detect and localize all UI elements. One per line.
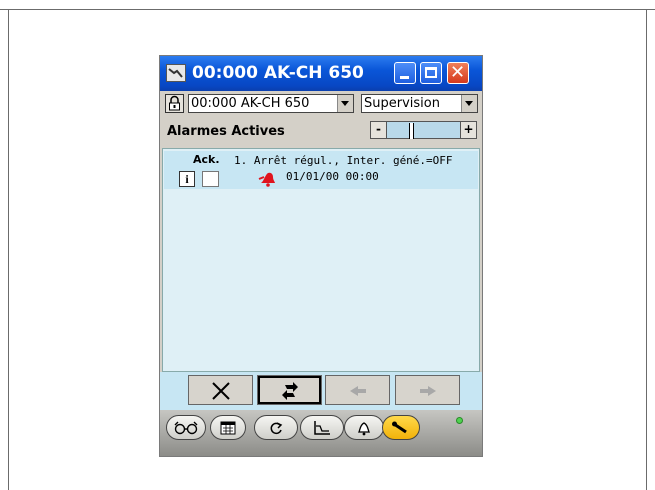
alarm-list[interactable]: Ack. 1. Arrêt régul., Inter. géné.=OFF i… <box>162 148 480 372</box>
device-select-value: 00:000 AK-CH 650 <box>191 96 310 111</box>
scroll-right-button[interactable]: + <box>460 121 477 139</box>
alarm-description: 1. Arrêt régul., Inter. géné.=OFF <box>234 154 453 167</box>
glasses-icon <box>174 421 198 434</box>
selector-toolbar: 00:000 AK-CH 650 Supervision <box>160 91 482 115</box>
lock-button[interactable] <box>165 94 184 113</box>
app-window: 00:000 AK-CH 650 ✕ 00:000 AK-CH 650 Supe… <box>160 56 482 456</box>
maximize-icon <box>425 67 437 78</box>
action-toolbar <box>160 372 482 410</box>
section-header: Alarmes Actives - + <box>160 115 482 147</box>
close-icon: ✕ <box>450 62 466 83</box>
alarm-bell-icon <box>258 172 275 187</box>
dock-calendar-button[interactable] <box>210 415 246 440</box>
title-bar: 00:000 AK-CH 650 ✕ <box>160 56 482 91</box>
bell-icon <box>357 421 371 435</box>
scroll-track[interactable] <box>387 121 460 139</box>
window-title: 00:000 AK-CH 650 <box>192 63 364 83</box>
view-select-value: Supervision <box>364 96 440 111</box>
dock-glasses-button[interactable] <box>166 415 206 440</box>
close-button[interactable]: ✕ <box>447 62 469 84</box>
view-select[interactable]: Supervision <box>361 94 478 113</box>
scroll-thumb[interactable] <box>409 123 414 139</box>
calendar-icon <box>220 421 236 434</box>
maximize-button[interactable] <box>420 62 442 84</box>
section-title: Alarmes Actives <box>167 124 285 139</box>
x-icon <box>212 382 230 400</box>
lock-icon <box>169 95 180 111</box>
arrow-right-icon <box>420 386 436 396</box>
ack-label: Ack. <box>193 153 220 166</box>
bottom-dock <box>160 410 482 456</box>
refresh-icon <box>282 382 298 400</box>
history-icon <box>270 421 283 434</box>
wrench-icon <box>392 421 407 433</box>
alarm-timestamp: 01/01/00 00:00 <box>286 170 379 183</box>
previous-button[interactable] <box>325 375 390 405</box>
frame-right-border <box>646 9 647 490</box>
dock-service-button[interactable] <box>382 415 420 440</box>
alarm-row[interactable]: Ack. 1. Arrêt régul., Inter. géné.=OFF i… <box>164 151 478 189</box>
dock-graph-button[interactable] <box>300 415 344 440</box>
frame-top-border <box>0 9 655 10</box>
ack-checkbox[interactable] <box>202 171 219 187</box>
minimize-button[interactable] <box>394 62 416 84</box>
horizontal-scroller[interactable]: - + <box>370 121 477 139</box>
app-icon <box>166 64 186 82</box>
dock-history-button[interactable] <box>254 415 298 440</box>
minimize-icon <box>400 76 409 79</box>
info-button[interactable]: i <box>179 171 195 187</box>
next-button[interactable] <box>395 375 460 405</box>
delete-button[interactable] <box>188 375 253 405</box>
scroll-left-button[interactable]: - <box>370 121 387 139</box>
dock-alarm-button[interactable] <box>344 415 384 440</box>
status-led <box>456 417 463 424</box>
arrow-left-icon <box>350 386 366 396</box>
chevron-down-icon[interactable] <box>337 95 353 112</box>
graph-icon <box>314 420 330 435</box>
refresh-button[interactable] <box>257 375 322 405</box>
frame-left-border <box>8 9 9 490</box>
chevron-down-icon[interactable] <box>461 95 477 112</box>
device-select[interactable]: 00:000 AK-CH 650 <box>188 94 354 113</box>
